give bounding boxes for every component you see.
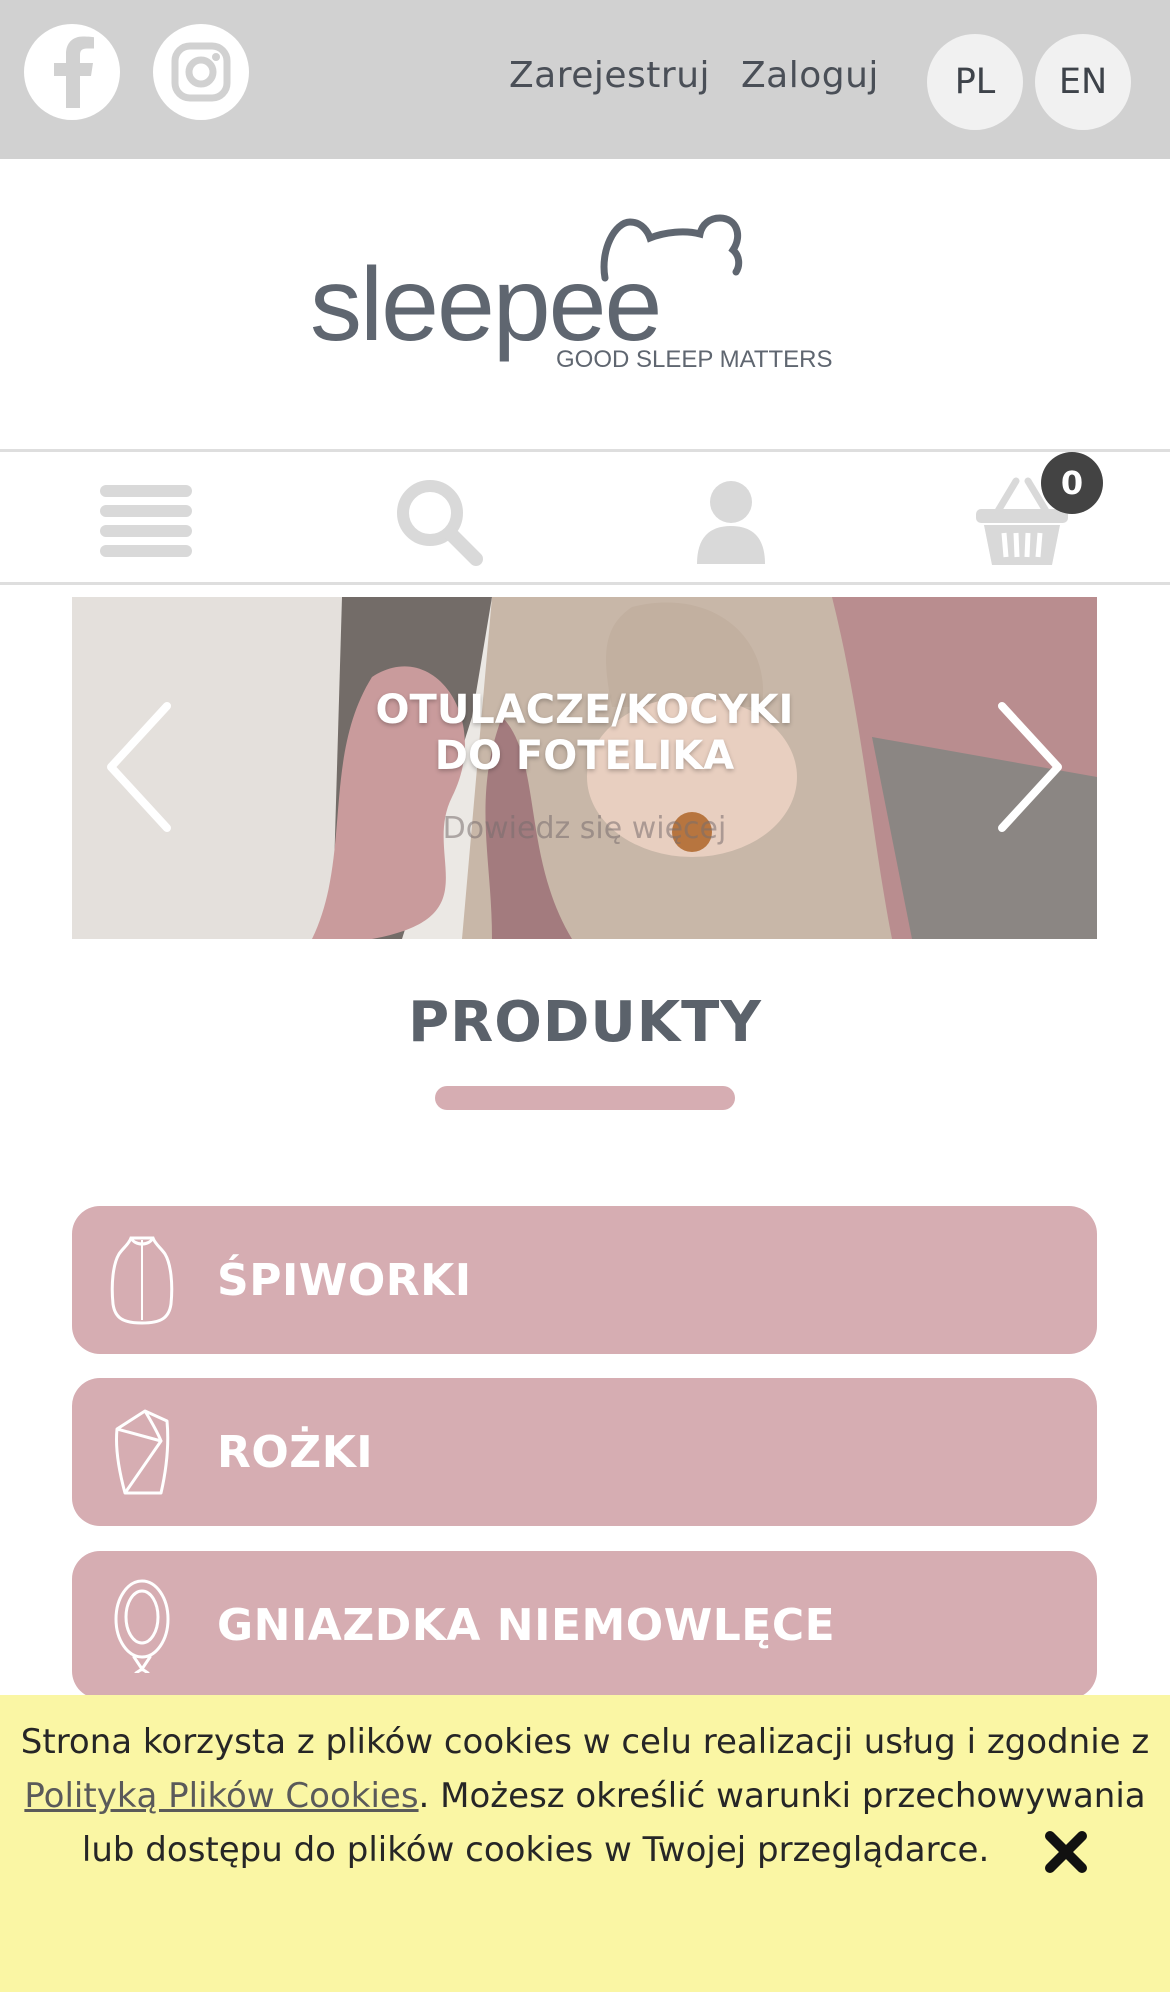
swaddle-icon (107, 1402, 177, 1502)
chevron-right-icon (998, 702, 1062, 832)
cart-count-badge: 0 (1041, 452, 1103, 514)
icon-nav-bar (0, 449, 1170, 585)
category-label: GNIAZDKA NIEMOWLĘCE (217, 1599, 836, 1651)
logo-graphic: sleepee GOOD SLEEP MATTERS (310, 214, 833, 373)
language-en-button[interactable]: EN (1035, 34, 1131, 130)
instagram-icon (171, 42, 231, 102)
menu-button[interactable] (96, 472, 196, 572)
language-pl-button[interactable]: PL (927, 34, 1023, 130)
cookie-close-button[interactable] (1044, 1830, 1088, 1874)
cookie-banner: Strona korzysta z plików cookies w celu … (0, 1695, 1170, 1992)
slide-title: OTULACZE/KOCYKI DO FOTELIKA (72, 687, 1097, 779)
top-bar: Zarejestruj Zaloguj PL EN (0, 0, 1170, 159)
instagram-link[interactable] (153, 24, 249, 120)
menu-icon (100, 485, 192, 557)
slide-title-line-2: DO FOTELIKA (434, 733, 735, 779)
baby-nest-icon (107, 1575, 177, 1675)
user-icon (697, 481, 765, 564)
close-icon (1045, 1830, 1088, 1873)
register-link[interactable]: Zarejestruj (509, 55, 710, 96)
category-baby-nests-button[interactable]: GNIAZDKA NIEMOWLĘCE (72, 1551, 1097, 1699)
category-label: ROŻKI (217, 1426, 374, 1478)
cookie-text-before: Strona korzysta z plików cookies w celu … (20, 1722, 1150, 1762)
facebook-link[interactable] (24, 24, 120, 120)
account-button[interactable] (681, 472, 781, 572)
search-button[interactable] (389, 472, 489, 572)
slider-next-button[interactable] (989, 697, 1069, 837)
slider-prev-button[interactable] (100, 697, 180, 837)
login-link[interactable]: Zaloguj (741, 55, 879, 96)
heading-underline (435, 1086, 735, 1110)
category-sleeping-bags-button[interactable]: ŚPIWORKI (72, 1206, 1097, 1354)
sleeping-bag-icon (107, 1230, 177, 1330)
chevron-left-icon (107, 702, 171, 832)
hero-slider[interactable]: OTULACZE/KOCYKI DO FOTELIKA Dowiedz się … (72, 597, 1097, 939)
logo-tagline: GOOD SLEEP MATTERS (556, 346, 833, 373)
products-heading: PRODUKTY (408, 990, 762, 1055)
site-logo[interactable]: sleepee GOOD SLEEP MATTERS (300, 210, 880, 385)
slide-more-link[interactable]: Dowiedz się więcej (72, 811, 1097, 846)
category-swaddles-button[interactable]: ROŻKI (72, 1378, 1097, 1526)
search-icon (397, 480, 483, 566)
slide-title-line-1: OTULACZE/KOCYKI (375, 687, 794, 733)
facebook-icon (54, 36, 94, 108)
cookie-policy-link[interactable]: Polityką Plików Cookies (24, 1776, 418, 1816)
category-label: ŚPIWORKI (217, 1254, 472, 1306)
